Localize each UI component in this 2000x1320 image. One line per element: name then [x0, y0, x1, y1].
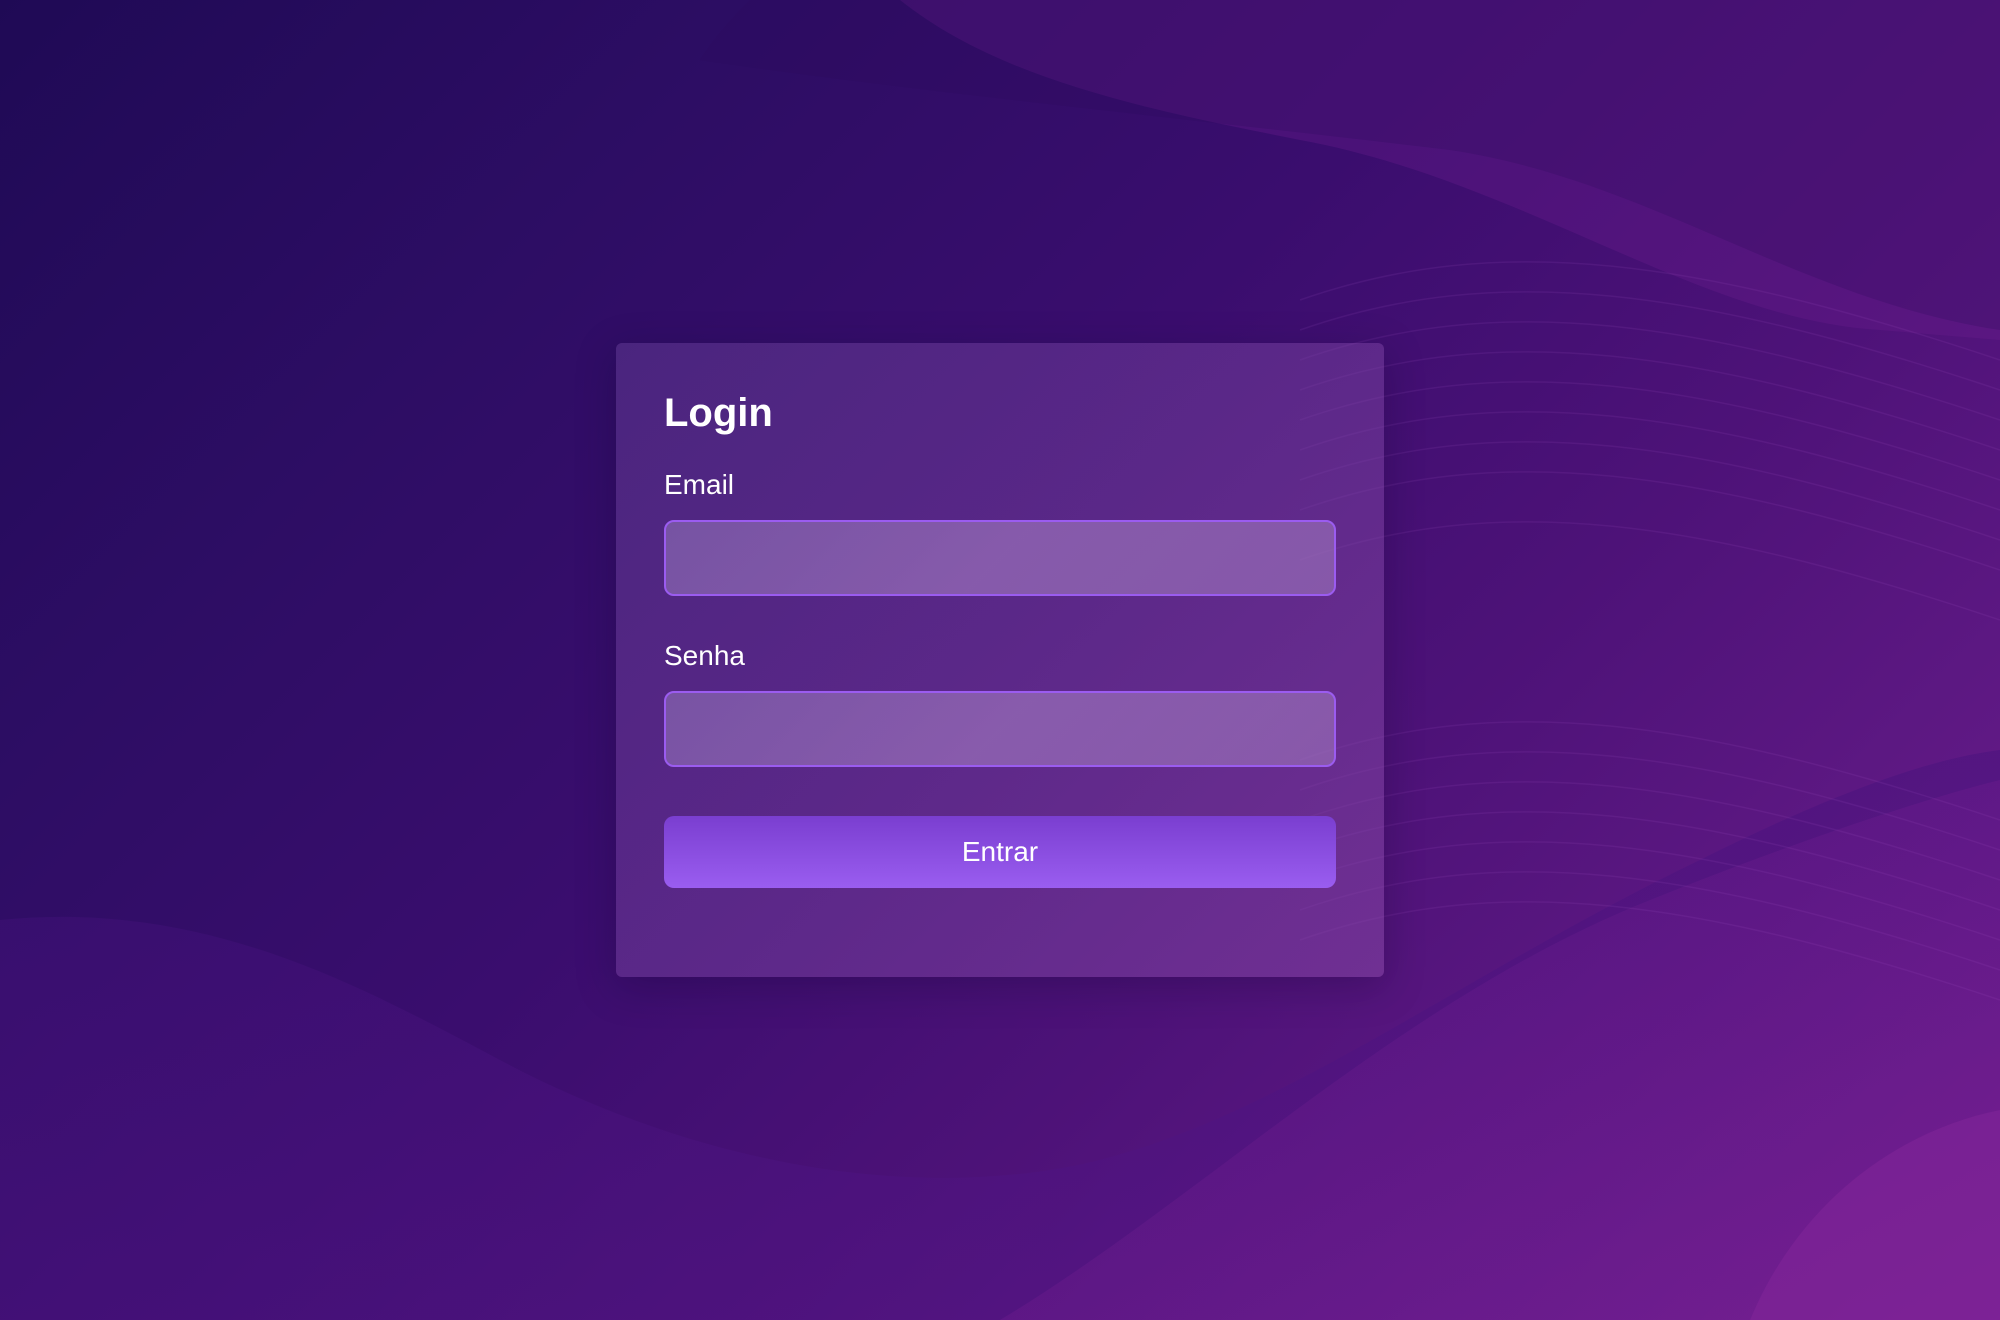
password-input[interactable]	[664, 691, 1336, 767]
login-title: Login	[664, 391, 773, 435]
password-label: Senha	[664, 640, 745, 671]
login-submit-button[interactable]: Entrar	[664, 816, 1336, 888]
email-label: Email	[664, 469, 735, 500]
email-input[interactable]	[664, 520, 1336, 596]
login-card: Login Email Senha Entrar	[616, 343, 1384, 977]
